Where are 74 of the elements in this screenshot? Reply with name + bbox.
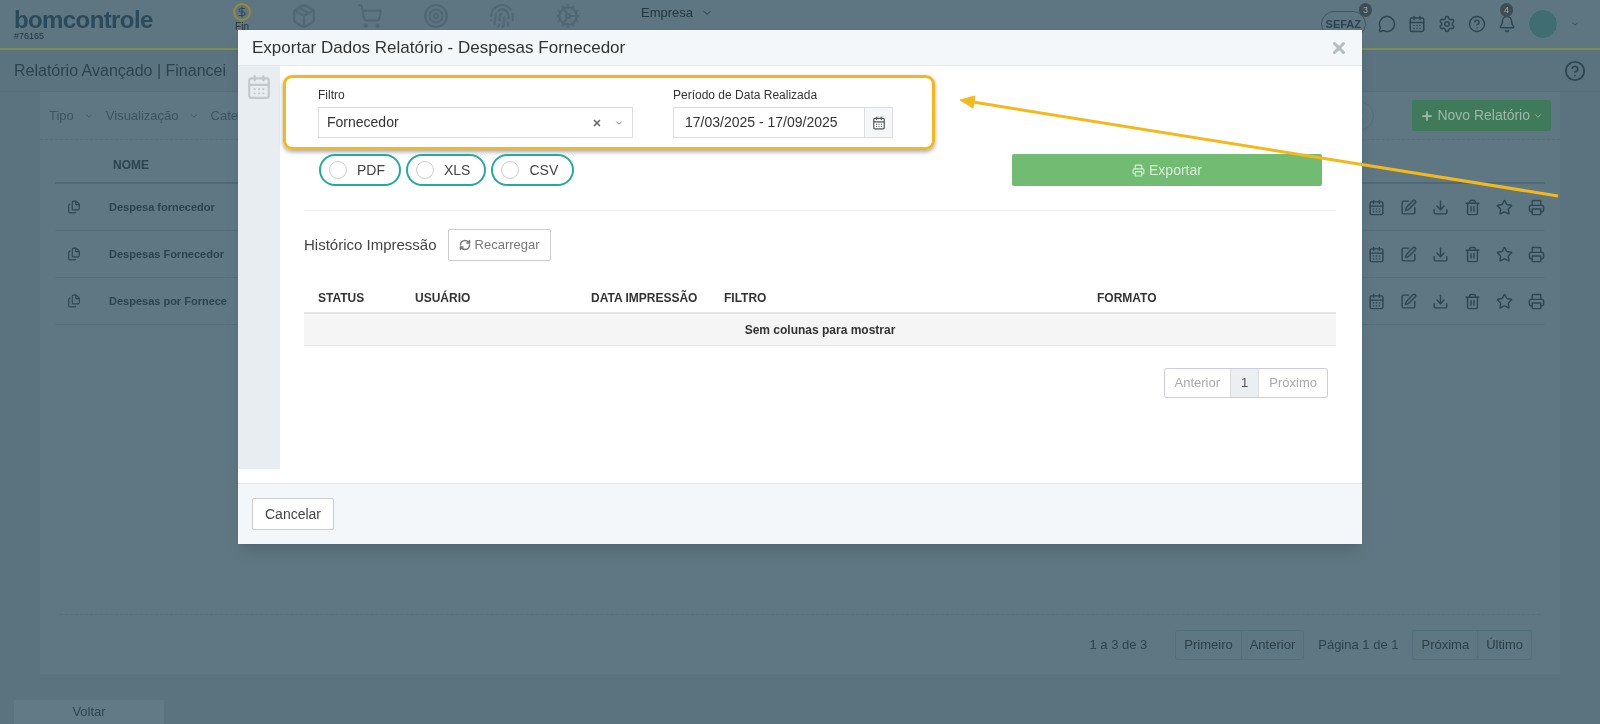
copy-icon[interactable] xyxy=(67,247,81,261)
edit-icon[interactable] xyxy=(1400,292,1417,310)
delete-icon[interactable] xyxy=(1464,245,1481,263)
column-header: USUÁRIO xyxy=(414,289,472,307)
calendar-icon xyxy=(871,115,886,130)
company-menu[interactable]: Empresa xyxy=(641,6,714,19)
format-option[interactable]: CSV xyxy=(491,154,575,186)
copy-icon[interactable] xyxy=(67,294,81,308)
calendar-icon[interactable] xyxy=(1368,245,1385,263)
star-icon[interactable] xyxy=(1496,245,1513,263)
print-icon[interactable] xyxy=(1528,245,1545,263)
column-header: FILTRO xyxy=(723,289,768,307)
help-icon[interactable] xyxy=(1564,59,1586,82)
print-icon xyxy=(1132,163,1146,177)
cancel-button[interactable]: Cancelar xyxy=(252,498,335,530)
section-title: Histórico Impressão xyxy=(304,234,437,255)
first-page-button[interactable]: Primeiro xyxy=(1176,630,1242,659)
format-option[interactable]: PDF xyxy=(319,154,401,186)
date-range-field[interactable]: 17/03/2025 - 17/09/2025 xyxy=(673,107,865,138)
caret-icon[interactable] xyxy=(1570,19,1580,29)
radio-button[interactable] xyxy=(501,161,520,179)
reload-button[interactable]: Recarregar xyxy=(447,229,551,261)
format-option[interactable]: XLS xyxy=(406,154,487,186)
cart-icon[interactable] xyxy=(357,3,383,29)
calendar-icon[interactable] xyxy=(246,74,272,100)
download-icon[interactable] xyxy=(1432,292,1449,310)
calendar-button[interactable] xyxy=(865,107,893,138)
column-header: DATA IMPRESSÃO xyxy=(590,289,699,307)
plus-icon xyxy=(1420,108,1435,123)
cog-icon[interactable] xyxy=(555,3,581,29)
last-page-button[interactable]: Último xyxy=(1478,630,1531,659)
calendar-icon[interactable] xyxy=(1368,198,1385,216)
edit-icon[interactable] xyxy=(1400,245,1417,263)
help-icon[interactable] xyxy=(1468,15,1486,33)
settings-icon[interactable] xyxy=(1438,15,1456,33)
star-icon[interactable] xyxy=(1496,198,1513,216)
filter-select[interactable]: Fornecedor xyxy=(318,107,633,138)
bell-icon[interactable] xyxy=(1498,15,1516,33)
next-page-button[interactable]: Próxima xyxy=(1413,630,1479,659)
download-icon[interactable] xyxy=(1432,245,1449,263)
star-icon[interactable] xyxy=(1496,292,1513,310)
edit-icon[interactable] xyxy=(1400,198,1417,216)
field-label: Filtro xyxy=(318,87,346,104)
field-label: Período de Data Realizada xyxy=(673,87,819,104)
clear-icon[interactable] xyxy=(592,117,602,128)
notification-badge: 4 xyxy=(1500,3,1513,17)
empty-message: Sem colunas para mostrar xyxy=(744,321,896,339)
calendar-icon[interactable] xyxy=(1408,15,1426,33)
print-icon[interactable] xyxy=(1528,292,1545,310)
download-icon[interactable] xyxy=(1432,198,1449,216)
count-badge: 3 xyxy=(1359,2,1372,17)
refresh-icon xyxy=(458,239,471,251)
chat-icon[interactable] xyxy=(1378,15,1396,33)
dollar-coin-icon[interactable] xyxy=(233,3,251,21)
previous-page-button[interactable]: Anterior xyxy=(1241,630,1304,659)
calendar-icon[interactable] xyxy=(1368,292,1385,310)
new-report-button[interactable]: Novo Relatório xyxy=(1412,100,1551,131)
column-header: FORMATO xyxy=(1096,289,1158,307)
delete-icon[interactable] xyxy=(1464,198,1481,216)
page-number[interactable]: 1 xyxy=(1231,369,1260,397)
nav-label[interactable]: Fin xyxy=(235,22,249,32)
box-icon[interactable] xyxy=(291,3,317,29)
radio-button[interactable] xyxy=(416,161,434,179)
delete-icon[interactable] xyxy=(1464,292,1481,310)
dialog-title: Exportar Dados Relatório - Despesas Fornecedor xyxy=(252,36,626,59)
copy-icon[interactable] xyxy=(67,200,81,214)
print-icon[interactable] xyxy=(1528,198,1545,216)
radio-button[interactable] xyxy=(329,161,347,179)
avatar[interactable] xyxy=(1528,9,1558,39)
column-header: STATUS xyxy=(317,289,366,307)
account-number: #76165 xyxy=(14,31,46,41)
next-page-button[interactable]: Próximo xyxy=(1259,369,1327,397)
target-icon[interactable] xyxy=(423,3,449,29)
fingerprint-icon[interactable] xyxy=(489,3,515,29)
